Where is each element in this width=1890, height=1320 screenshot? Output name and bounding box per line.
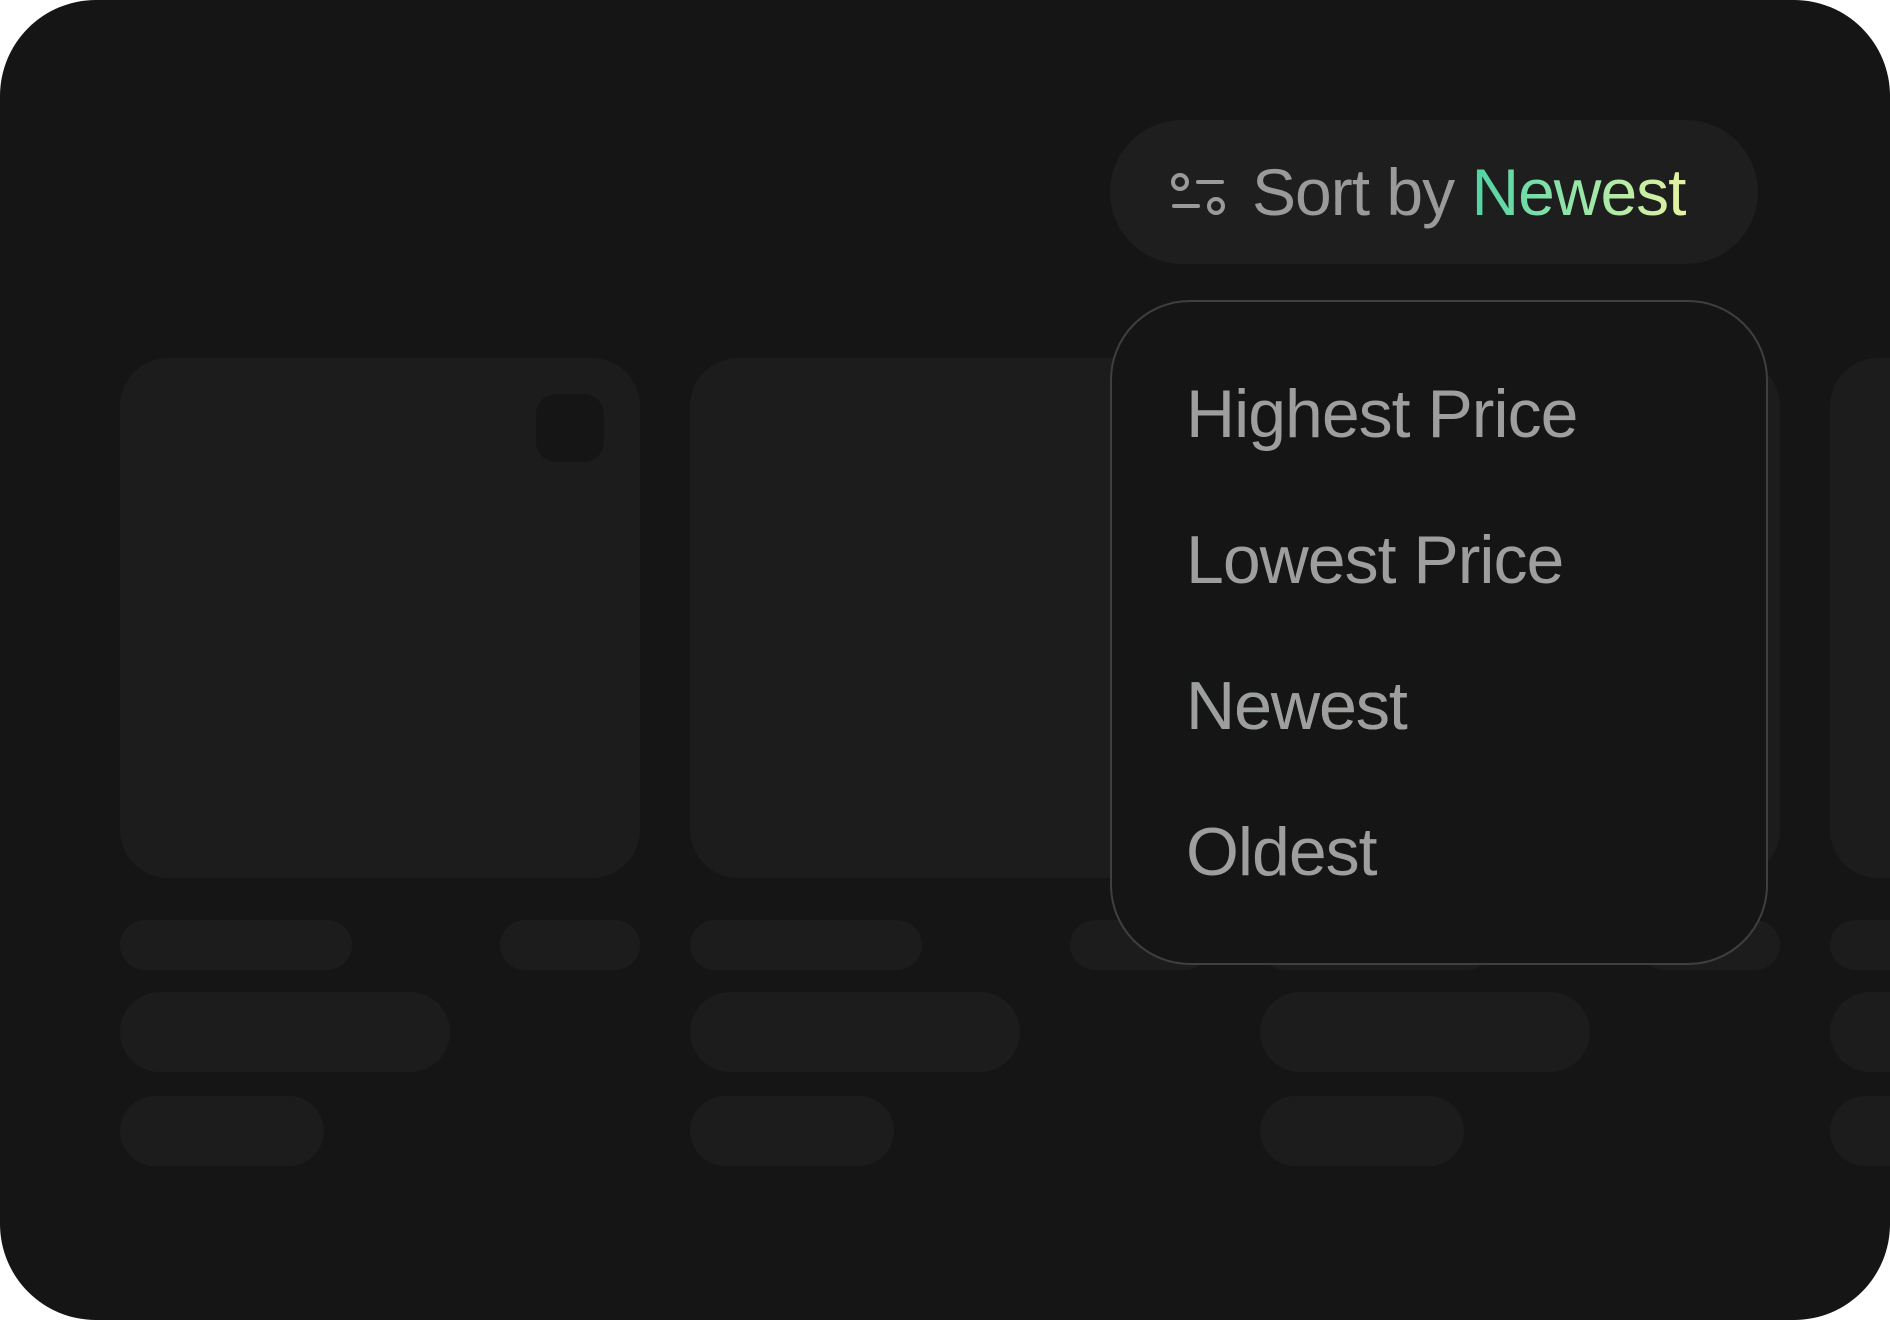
skeleton-line xyxy=(1830,1096,1890,1166)
skeleton-line xyxy=(120,1096,324,1166)
skeleton-line xyxy=(1260,992,1590,1072)
skeleton-line xyxy=(690,920,922,970)
app-frame: Sort by Newest Highest Price Lowest Pric… xyxy=(0,0,1890,1320)
skeleton-line xyxy=(500,920,640,970)
sort-prefix: Sort by xyxy=(1252,155,1455,229)
option-lowest-price[interactable]: Lowest Price xyxy=(1186,510,1564,610)
skeleton-line xyxy=(120,992,450,1072)
sort-dropdown-menu: Highest Price Lowest Price Newest Oldest xyxy=(1110,300,1768,965)
sort-button[interactable]: Sort by Newest xyxy=(1110,120,1758,264)
option-oldest[interactable]: Oldest xyxy=(1186,802,1378,902)
sort-label: Sort by Newest xyxy=(1252,120,1687,264)
skeleton-line xyxy=(1830,920,1890,970)
sort-selected-value: Newest xyxy=(1471,155,1686,229)
option-newest[interactable]: Newest xyxy=(1186,656,1408,756)
skeleton-line xyxy=(1260,1096,1464,1166)
skeleton-line xyxy=(1830,992,1890,1072)
sliders-icon xyxy=(1171,173,1225,215)
skeleton-card-image xyxy=(1830,358,1890,878)
skeleton-line xyxy=(690,992,1020,1072)
skeleton-card-badge xyxy=(536,394,604,462)
skeleton-line xyxy=(690,1096,894,1166)
option-highest-price[interactable]: Highest Price xyxy=(1186,364,1578,464)
skeleton-line xyxy=(120,920,352,970)
